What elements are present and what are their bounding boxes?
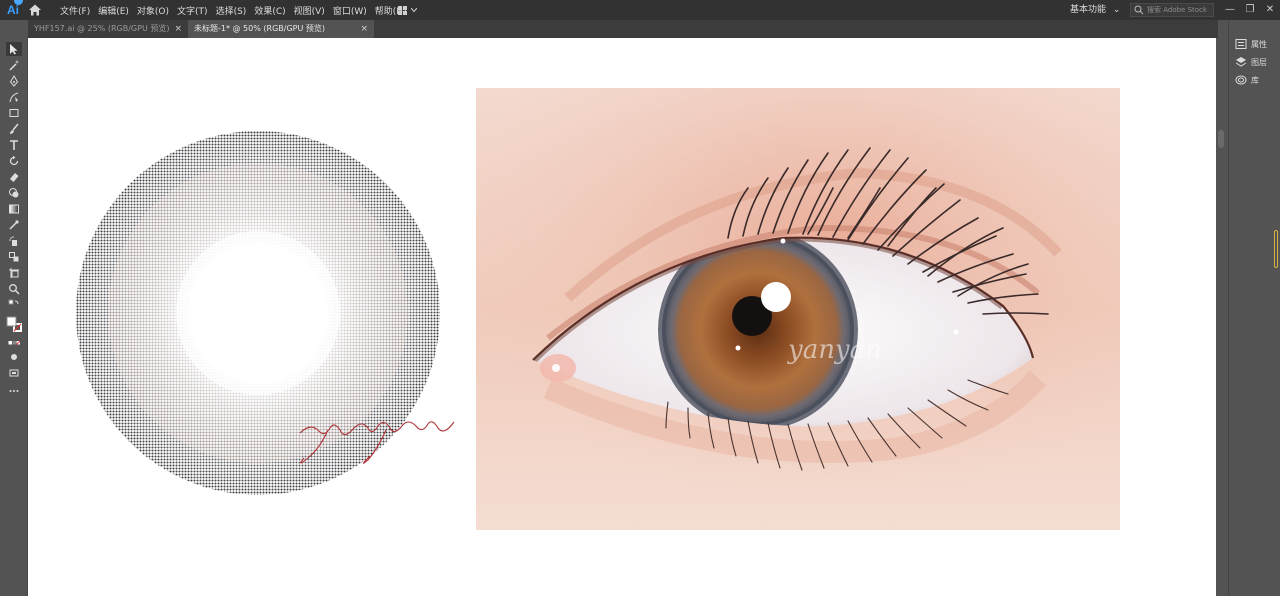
panel-layers[interactable]: 图层 <box>1235 54 1267 70</box>
tab-yhf157[interactable]: YHF157.ai @ 25% (RGB/GPU 预览) × <box>28 20 188 38</box>
menu-list: 文件(F) 编辑(E) 对象(O) 文字(T) 选择(S) 效果(C) 视图(V… <box>60 0 415 20</box>
shape-builder-tool[interactable] <box>6 186 22 200</box>
menu-select[interactable]: 选择(S) <box>216 4 247 17</box>
tab-label: YHF157.ai @ 25% (RGB/GPU 预览) <box>34 24 170 33</box>
eye-watermark: yanyan <box>787 335 882 365</box>
pen-tool[interactable] <box>6 74 22 88</box>
arrange-documents-button[interactable] <box>398 4 422 16</box>
menu-type[interactable]: 文字(T) <box>177 4 208 17</box>
menu-window[interactable]: 窗口(W) <box>333 4 367 17</box>
search-icon <box>1134 5 1144 15</box>
zoom-tool[interactable] <box>6 282 22 296</box>
draw-mode-icon <box>11 354 17 360</box>
fill-stroke-icon <box>6 316 22 332</box>
contact-lens-image <box>76 131 440 495</box>
close-tab-icon[interactable]: × <box>174 20 182 38</box>
color-mode-controls[interactable] <box>6 336 22 350</box>
gradient-icon <box>9 204 19 214</box>
eraser-icon <box>10 173 19 182</box>
swap-colors-control[interactable] <box>6 298 22 312</box>
rotate-tool[interactable] <box>6 154 22 168</box>
sprayer-icon <box>9 236 17 246</box>
grid-layout-icon <box>398 5 407 15</box>
zoom-icon <box>9 284 20 295</box>
menu-effect[interactable]: 效果(C) <box>254 4 285 17</box>
properties-icon <box>1235 39 1247 49</box>
eyedropper-tool[interactable] <box>6 218 22 232</box>
stock-search-placeholder: 搜索 Adobe Stock <box>1147 6 1207 14</box>
panel-properties[interactable]: 属性 <box>1235 36 1267 52</box>
rectangle-icon <box>9 109 19 117</box>
rectangle-tool[interactable] <box>6 106 22 120</box>
artwork: yanyan <box>76 88 1120 530</box>
menu-file[interactable]: 文件(F) <box>60 4 90 17</box>
scrollbar-thumb[interactable] <box>1218 130 1224 148</box>
restore-button[interactable]: ❐ <box>1242 0 1258 20</box>
vertical-scrollbar[interactable] <box>1216 38 1228 596</box>
artboard-icon <box>9 268 19 278</box>
tools-panel <box>0 38 28 596</box>
magic-wand-icon <box>9 60 19 71</box>
draw-mode-tool[interactable] <box>6 350 22 364</box>
color-none-icon <box>8 340 20 345</box>
artboard-tool[interactable] <box>6 266 22 280</box>
minimize-button[interactable]: — <box>1222 0 1238 20</box>
shape-builder-icon <box>9 188 19 198</box>
symbol-sprayer-tool[interactable] <box>6 234 22 248</box>
home-icon[interactable] <box>28 3 42 17</box>
menu-edit[interactable]: 编辑(E) <box>98 4 129 17</box>
type-tool[interactable] <box>6 138 22 152</box>
chevron-down-icon <box>411 8 417 12</box>
selection-arrow-icon <box>10 44 18 55</box>
magic-wand-tool[interactable] <box>6 58 22 72</box>
workspace-label: 基本功能 <box>1070 5 1107 15</box>
eyedropper-icon <box>9 220 19 230</box>
close-tab-icon[interactable]: × <box>360 20 368 38</box>
illustrator-window: Ai 文件(F) 编辑(E) 对象(O) 文字(T) 选择(S) 效果(C) 视… <box>0 0 1280 596</box>
logo-badge <box>14 0 23 5</box>
close-window-button[interactable]: ✕ <box>1262 0 1278 20</box>
gradient-tool[interactable] <box>6 202 22 216</box>
workspace-switcher[interactable]: 基本功能 ⌄ <box>1070 0 1120 20</box>
rotate-icon <box>9 155 19 166</box>
menu-bar: Ai 文件(F) 编辑(E) 对象(O) 文字(T) 选择(S) 效果(C) 视… <box>0 0 1280 20</box>
eraser-tool[interactable] <box>6 170 22 184</box>
stock-search-input[interactable]: 搜索 Adobe Stock <box>1130 3 1214 17</box>
tab-untitled-1[interactable]: 未标题-1* @ 50% (RGB/GPU 预览) × <box>188 20 374 38</box>
panel-libraries[interactable]: 库 <box>1235 72 1259 88</box>
more-tools-button[interactable] <box>6 384 22 398</box>
panel-properties-label: 属性 <box>1251 39 1267 49</box>
chevron-down-icon: ⌄ <box>1112 5 1121 15</box>
curvature-tool[interactable] <box>6 90 22 104</box>
blend-tool[interactable] <box>6 250 22 264</box>
more-dots-icon <box>9 390 19 392</box>
selection-tool[interactable] <box>6 42 22 56</box>
tab-label: 未标题-1* @ 50% (RGB/GPU 预览) <box>194 24 325 33</box>
artboard-canvas[interactable]: yanyan <box>28 38 1216 596</box>
swap-colors-icon <box>8 299 19 305</box>
blend-icon <box>9 252 19 262</box>
eye-photo: yanyan <box>476 88 1120 530</box>
screen-mode-tool[interactable] <box>6 366 22 380</box>
right-panel-dock: 属性 图层 库 <box>1228 20 1280 596</box>
curvature-pen-icon <box>9 92 19 103</box>
menu-object[interactable]: 对象(O) <box>137 4 169 17</box>
screen-mode-icon <box>9 369 19 377</box>
paintbrush-tool[interactable] <box>6 122 22 136</box>
panel-libraries-label: 库 <box>1251 75 1259 85</box>
panel-collapse-handle[interactable] <box>1274 230 1278 268</box>
fill-stroke-swatches[interactable] <box>6 314 22 334</box>
pen-icon <box>9 75 19 87</box>
libraries-icon <box>1235 75 1247 85</box>
app-logo: Ai <box>2 0 24 20</box>
brush-icon <box>10 123 19 134</box>
menu-view[interactable]: 视图(V) <box>294 4 325 17</box>
document-tabs: YHF157.ai @ 25% (RGB/GPU 预览) × 未标题-1* @ … <box>28 20 1218 38</box>
app-logo-text: Ai <box>7 3 19 17</box>
layers-icon <box>1235 57 1247 67</box>
type-t-icon <box>10 140 18 150</box>
panel-layers-label: 图层 <box>1251 57 1267 67</box>
